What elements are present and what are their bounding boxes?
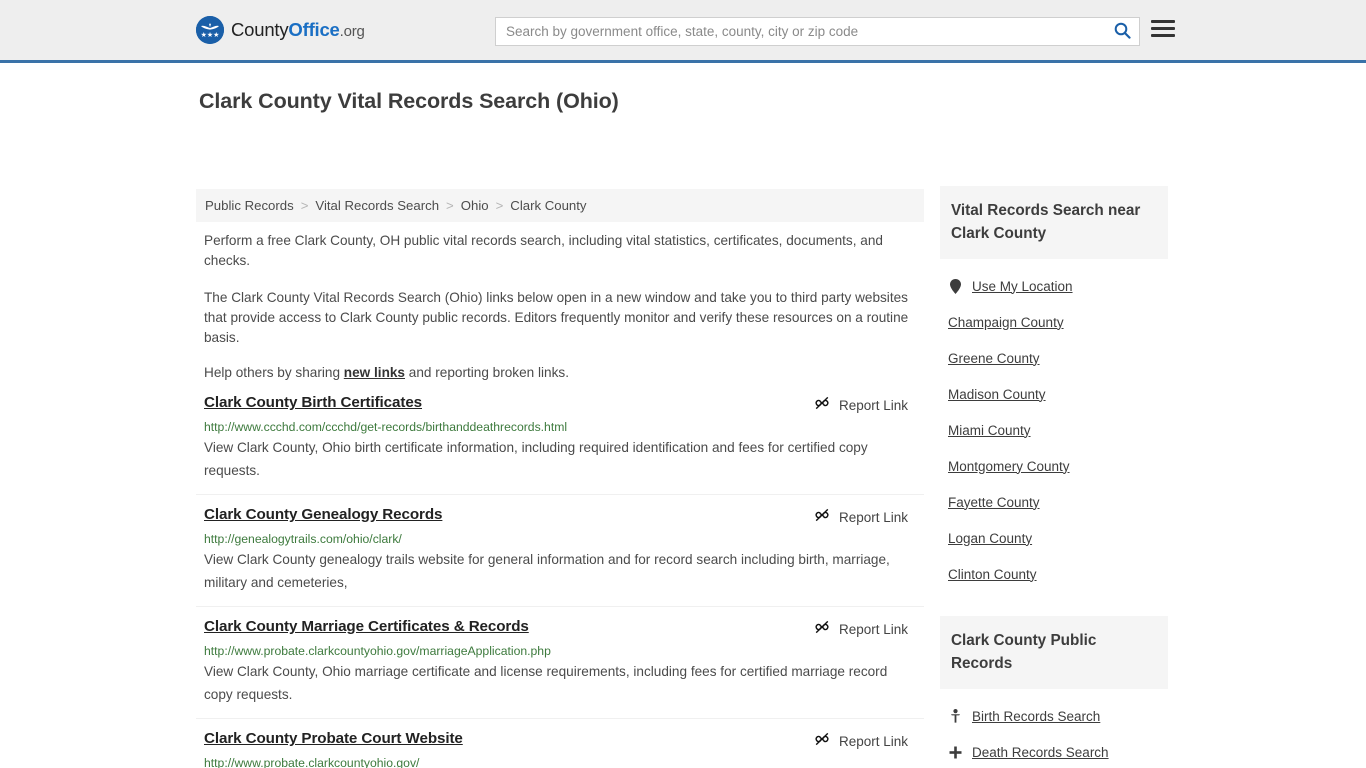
report-link-button[interactable]: Report Link bbox=[814, 731, 908, 752]
result-url[interactable]: http://www.ccchd.com/ccchd/get-records/b… bbox=[204, 420, 916, 434]
intro-paragraph-1: Perform a free Clark County, OH public v… bbox=[204, 233, 883, 268]
eagle-shield-icon: ★★★ bbox=[196, 16, 224, 44]
result-item: Clark County Probate Court Website Repor… bbox=[196, 718, 924, 768]
result-header-row: Clark County Genealogy Records Report Li… bbox=[204, 506, 916, 528]
sidebar-public-records-block: Clark County Public Records Birth Record… bbox=[940, 616, 1168, 768]
sidebar-item-birth-records-search[interactable]: Birth Records Search bbox=[940, 698, 1168, 734]
report-link-label: Report Link bbox=[838, 622, 908, 637]
sidebar-nearby-heading: Vital Records Search near Clark County bbox=[940, 186, 1168, 259]
report-link-label: Report Link bbox=[838, 734, 908, 749]
search-icon bbox=[1114, 22, 1131, 42]
result-url[interactable]: http://www.probate.clarkcountyohio.gov/ bbox=[204, 756, 916, 768]
sidebar-item-logan-county[interactable]: Logan County bbox=[940, 520, 1168, 556]
sidebar-item-death-records-search[interactable]: Death Records Search bbox=[940, 734, 1168, 768]
sidebar-link-champaign-county[interactable]: Champaign County bbox=[948, 315, 1064, 330]
intro-p3-after: and reporting broken links. bbox=[405, 365, 569, 380]
breadcrumb-item-clark-county: Clark County bbox=[510, 198, 587, 213]
map-pin-icon bbox=[948, 278, 962, 294]
hamburger-bar bbox=[1151, 20, 1175, 23]
result-title-link[interactable]: Clark County Genealogy Records bbox=[204, 506, 442, 523]
sidebar-link-use-my-location[interactable]: Use My Location bbox=[972, 279, 1073, 294]
sidebar-item-greene-county[interactable]: Greene County bbox=[940, 340, 1168, 376]
sidebar-link-greene-county[interactable]: Greene County bbox=[948, 351, 1040, 366]
sidebar: Vital Records Search near Clark County U… bbox=[940, 186, 1168, 768]
result-header-row: Clark County Marriage Certificates & Rec… bbox=[204, 618, 916, 640]
search-input[interactable] bbox=[496, 18, 1105, 45]
report-link-button[interactable]: Report Link bbox=[814, 619, 908, 640]
result-title-link[interactable]: Clark County Probate Court Website bbox=[204, 730, 463, 747]
sidebar-item-miami-county[interactable]: Miami County bbox=[940, 412, 1168, 448]
site-header: ★★★ CountyOffice.org bbox=[0, 0, 1366, 63]
search-button[interactable] bbox=[1105, 18, 1139, 45]
hamburger-menu-icon[interactable] bbox=[1151, 20, 1175, 37]
sidebar-link-madison-county[interactable]: Madison County bbox=[948, 387, 1046, 402]
search-bar[interactable] bbox=[495, 17, 1140, 46]
sidebar-item-montgomery-county[interactable]: Montgomery County bbox=[940, 448, 1168, 484]
page-title: Clark County Vital Records Search (Ohio) bbox=[199, 89, 619, 113]
logo-wordmark: CountyOffice.org bbox=[231, 19, 365, 41]
intro-text: Perform a free Clark County, OH public v… bbox=[204, 231, 918, 400]
sidebar-link-logan-county[interactable]: Logan County bbox=[948, 531, 1032, 546]
hamburger-bar bbox=[1151, 27, 1175, 30]
broken-link-icon bbox=[814, 395, 830, 416]
sidebar-item-madison-county[interactable]: Madison County bbox=[940, 376, 1168, 412]
report-link-button[interactable]: Report Link bbox=[814, 395, 908, 416]
result-title-link[interactable]: Clark County Birth Certificates bbox=[204, 394, 422, 411]
svg-text:★★★: ★★★ bbox=[201, 31, 220, 39]
sidebar-item-champaign-county[interactable]: Champaign County bbox=[940, 304, 1168, 340]
sidebar-item-clinton-county[interactable]: Clinton County bbox=[940, 556, 1168, 592]
hamburger-bar bbox=[1151, 34, 1175, 37]
intro-p3-before: Help others by sharing bbox=[204, 365, 344, 380]
intro-paragraph-3: Help others by sharing new links and rep… bbox=[204, 363, 918, 383]
sidebar-link-clinton-county[interactable]: Clinton County bbox=[948, 567, 1037, 582]
intro-paragraph-2: The Clark County Vital Records Search (O… bbox=[204, 290, 909, 345]
results-list: Clark County Birth Certificates Report L… bbox=[196, 383, 924, 768]
breadcrumb-item-vital-records-search[interactable]: Vital Records Search bbox=[315, 198, 439, 213]
breadcrumb-separator-icon: > bbox=[446, 198, 454, 213]
result-description: View Clark County, Ohio birth certificat… bbox=[204, 440, 868, 478]
result-title-link[interactable]: Clark County Marriage Certificates & Rec… bbox=[204, 618, 529, 635]
sidebar-link-fayette-county[interactable]: Fayette County bbox=[948, 495, 1040, 510]
logo-text-office: Office bbox=[288, 19, 340, 40]
result-item: Clark County Genealogy Records Report Li… bbox=[196, 494, 924, 606]
result-url[interactable]: http://www.probate.clarkcountyohio.gov/m… bbox=[204, 644, 916, 658]
broken-link-icon bbox=[814, 731, 830, 752]
breadcrumb-separator-icon: > bbox=[300, 198, 309, 213]
sidebar-item-fayette-county[interactable]: Fayette County bbox=[940, 484, 1168, 520]
sidebar-nearby-list: Use My Location Champaign County Greene … bbox=[940, 259, 1168, 592]
sidebar-public-records-heading: Clark County Public Records bbox=[940, 616, 1168, 689]
baby-icon bbox=[948, 709, 962, 723]
breadcrumb-item-ohio[interactable]: Ohio bbox=[461, 198, 489, 213]
result-description: View Clark County, Ohio marriage certifi… bbox=[204, 664, 888, 702]
breadcrumb-item-public-records[interactable]: Public Records bbox=[205, 198, 294, 213]
result-description: View Clark County genealogy trails websi… bbox=[204, 552, 890, 590]
report-link-label: Report Link bbox=[838, 510, 908, 525]
sidebar-link-miami-county[interactable]: Miami County bbox=[948, 423, 1031, 438]
cross-icon bbox=[948, 746, 962, 759]
result-header-row: Clark County Birth Certificates Report L… bbox=[204, 394, 916, 416]
report-link-button[interactable]: Report Link bbox=[814, 507, 908, 528]
site-logo[interactable]: ★★★ CountyOffice.org bbox=[196, 16, 365, 44]
report-link-label: Report Link bbox=[838, 398, 908, 413]
logo-text-county: County bbox=[231, 19, 289, 40]
sidebar-public-records-list: Birth Records Search Death Records Searc… bbox=[940, 689, 1168, 768]
new-links-link[interactable]: new links bbox=[344, 365, 405, 380]
sidebar-link-death-records-search[interactable]: Death Records Search bbox=[972, 745, 1109, 760]
result-header-row: Clark County Probate Court Website Repor… bbox=[204, 730, 916, 752]
breadcrumb-separator-icon: > bbox=[495, 198, 504, 213]
broken-link-icon bbox=[814, 619, 830, 640]
sidebar-link-montgomery-county[interactable]: Montgomery County bbox=[948, 459, 1070, 474]
result-item: Clark County Marriage Certificates & Rec… bbox=[196, 606, 924, 718]
sidebar-item-use-my-location[interactable]: Use My Location bbox=[940, 268, 1168, 304]
broken-link-icon bbox=[814, 507, 830, 528]
breadcrumb: Public Records > Vital Records Search > … bbox=[196, 189, 924, 222]
result-item: Clark County Birth Certificates Report L… bbox=[196, 383, 924, 494]
sidebar-link-birth-records-search[interactable]: Birth Records Search bbox=[972, 709, 1100, 724]
logo-text-org: .org bbox=[339, 23, 365, 40]
result-url[interactable]: http://genealogytrails.com/ohio/clark/ bbox=[204, 532, 916, 546]
